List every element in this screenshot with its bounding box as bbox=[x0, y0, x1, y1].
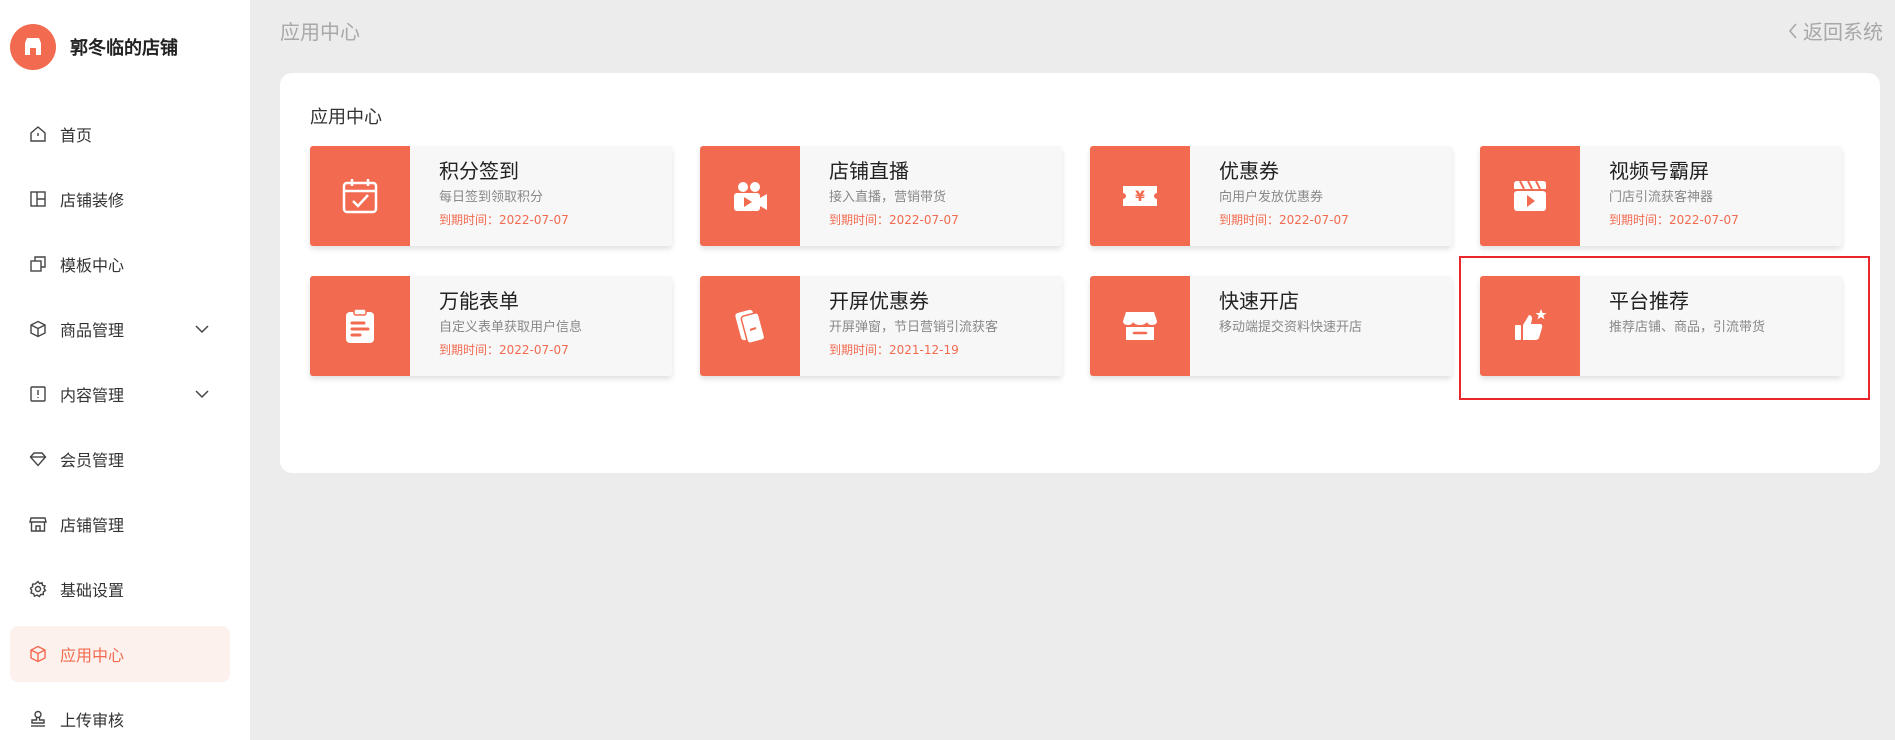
sidebar-item-label: 基础设置 bbox=[60, 581, 125, 600]
app-desc: 门店引流获客神器 bbox=[1609, 190, 1714, 205]
copy-icon bbox=[28, 254, 48, 274]
app-desc: 每日签到领取积分 bbox=[439, 190, 544, 205]
chevron-down-icon[interactable] bbox=[192, 384, 212, 404]
home-icon bbox=[28, 124, 48, 144]
coupon-icon: ¥ bbox=[1090, 146, 1190, 246]
sidebar-item-label: 商品管理 bbox=[60, 321, 125, 340]
app-card-splash-coupon[interactable]: 开屏优惠券 开屏弹窗，节日营销引流获客 到期时间：2021-12-19 bbox=[700, 276, 1062, 376]
sidebar-item-label: 内容管理 bbox=[60, 386, 125, 405]
app-card-platform-recommend[interactable]: 平台推荐 推荐店铺、商品，引流带货 bbox=[1480, 276, 1842, 376]
stamp-icon bbox=[28, 709, 48, 729]
app-title: 开屏优惠券 bbox=[829, 289, 929, 313]
sidebar-item-home[interactable]: 首页 bbox=[10, 106, 230, 162]
gear-icon bbox=[28, 579, 48, 599]
chevron-down-icon[interactable] bbox=[192, 319, 212, 339]
sidebar-item-settings[interactable]: 基础设置 bbox=[10, 561, 230, 617]
app-card-channels-video[interactable]: 视频号霸屏 门店引流获客神器 到期时间：2022-07-07 bbox=[1480, 146, 1842, 246]
sidebar-item-content[interactable]: 内容管理 bbox=[10, 366, 230, 422]
sidebar-item-label: 会员管理 bbox=[60, 451, 125, 470]
back-to-system-link[interactable]: 返回系统 bbox=[1787, 16, 1883, 45]
sidebar-item-decoration[interactable]: 店铺装修 bbox=[10, 171, 230, 227]
sidebar-item-label: 上传审核 bbox=[60, 711, 125, 730]
sidebar-item-label: 店铺装修 bbox=[60, 191, 125, 210]
sidebar-item-label: 应用中心 bbox=[60, 646, 125, 665]
app-expire: 到期时间：2021-12-19 bbox=[829, 343, 959, 357]
calendar-check-icon bbox=[310, 146, 410, 246]
app-center-panel: 应用中心 积分签到 每日签到领取积分 到期时间：2022-07-07 店铺直播 … bbox=[280, 73, 1880, 473]
sidebar-item-templates[interactable]: 模板中心 bbox=[10, 236, 230, 292]
app-desc: 推荐店铺、商品，引流带货 bbox=[1609, 320, 1766, 335]
video-camera-icon bbox=[700, 146, 800, 246]
app-expire: 到期时间：2022-07-07 bbox=[439, 343, 569, 357]
app-card-coupon[interactable]: ¥ 优惠券 向用户发放优惠券 到期时间：2022-07-07 bbox=[1090, 146, 1452, 246]
box-icon bbox=[28, 319, 48, 339]
app-desc: 向用户发放优惠券 bbox=[1219, 190, 1324, 205]
app-expire: 到期时间：2022-07-07 bbox=[829, 213, 959, 227]
app-title: 万能表单 bbox=[439, 289, 519, 313]
chevron-left-icon bbox=[1788, 22, 1797, 39]
thumbs-up-icon bbox=[1480, 276, 1580, 376]
app-card-live-stream[interactable]: 店铺直播 接入直播，营销带货 到期时间：2022-07-07 bbox=[700, 146, 1062, 246]
sidebar-item-app-center[interactable]: 应用中心 bbox=[10, 626, 230, 682]
app-expire: 到期时间：2022-07-07 bbox=[439, 213, 569, 227]
page-title: 应用中心 bbox=[280, 20, 360, 44]
app-title: 视频号霸屏 bbox=[1609, 159, 1709, 183]
sidebar-item-label: 模板中心 bbox=[60, 256, 125, 275]
svg-text:¥: ¥ bbox=[1135, 189, 1145, 205]
diamond-icon bbox=[28, 449, 48, 469]
sidebar-item-members[interactable]: 会员管理 bbox=[10, 431, 230, 487]
shop-icon bbox=[1090, 276, 1190, 376]
app-desc: 移动端提交资料快速开店 bbox=[1219, 320, 1363, 335]
app-card-form[interactable]: 万能表单 自定义表单获取用户信息 到期时间：2022-07-07 bbox=[310, 276, 672, 376]
app-title: 积分签到 bbox=[439, 159, 519, 183]
app-title: 平台推荐 bbox=[1609, 289, 1689, 313]
app-title: 优惠券 bbox=[1219, 159, 1279, 183]
app-title: 快速开店 bbox=[1219, 289, 1299, 313]
sidebar: 郭冬临的店铺 首页 店铺装修 模板中心 商品管理 内容管理 会员管理 店铺管理 … bbox=[0, 0, 250, 740]
sidebar-item-products[interactable]: 商品管理 bbox=[10, 301, 230, 357]
shop-name: 郭冬临的店铺 bbox=[70, 38, 178, 59]
clapperboard-icon bbox=[1480, 146, 1580, 246]
cube-icon bbox=[28, 644, 48, 664]
sidebar-item-label: 店铺管理 bbox=[60, 516, 125, 535]
sidebar-item-upload-review[interactable]: 上传审核 bbox=[10, 691, 230, 740]
clipboard-icon bbox=[310, 276, 410, 376]
tickets-icon bbox=[700, 276, 800, 376]
app-card-quick-open[interactable]: 快速开店 移动端提交资料快速开店 bbox=[1090, 276, 1452, 376]
app-desc: 自定义表单获取用户信息 bbox=[439, 320, 583, 335]
sidebar-item-store[interactable]: 店铺管理 bbox=[10, 496, 230, 552]
back-to-system-label: 返回系统 bbox=[1803, 20, 1883, 44]
shop-header[interactable]: 郭冬临的店铺 bbox=[10, 24, 178, 70]
layout-icon bbox=[28, 189, 48, 209]
sidebar-menu: 首页 店铺装修 模板中心 商品管理 内容管理 会员管理 店铺管理 基础设置 应用… bbox=[0, 106, 250, 740]
book-icon bbox=[28, 384, 48, 404]
app-card-points-checkin[interactable]: 积分签到 每日签到领取积分 到期时间：2022-07-07 bbox=[310, 146, 672, 246]
app-expire: 到期时间：2022-07-07 bbox=[1219, 213, 1349, 227]
app-expire: 到期时间：2022-07-07 bbox=[1609, 213, 1739, 227]
app-desc: 接入直播，营销带货 bbox=[829, 190, 947, 205]
store-icon bbox=[28, 514, 48, 534]
sidebar-item-label: 首页 bbox=[60, 126, 93, 145]
shop-logo-icon bbox=[10, 24, 56, 70]
app-desc: 开屏弹窗，节日营销引流获客 bbox=[829, 320, 999, 335]
app-title: 店铺直播 bbox=[829, 159, 909, 183]
section-title: 应用中心 bbox=[310, 107, 382, 128]
